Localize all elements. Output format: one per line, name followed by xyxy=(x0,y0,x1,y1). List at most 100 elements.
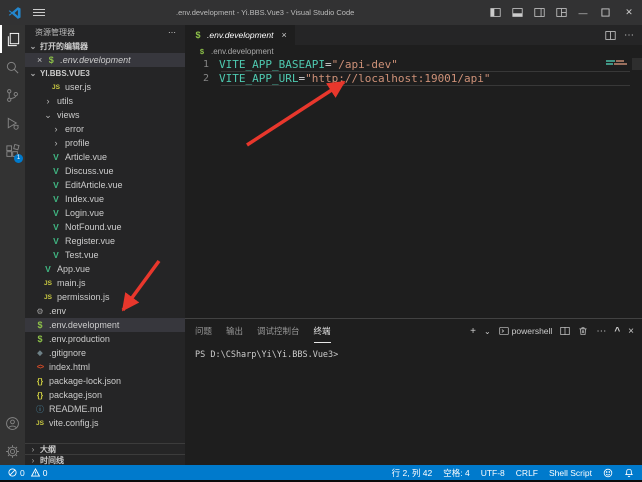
chevron-down-icon: ⌄ xyxy=(43,110,53,121)
tab-problems[interactable]: 问题 xyxy=(195,319,212,343)
editor-more-actions-icon[interactable]: ⋯ xyxy=(624,30,634,41)
search-icon[interactable] xyxy=(0,53,25,81)
tree-item-test-vue[interactable]: VTest.vue xyxy=(25,248,185,262)
tree-item-env[interactable]: ⚙.env xyxy=(25,304,185,318)
language-mode[interactable]: Shell Script xyxy=(549,468,592,478)
tree-item-index-vue[interactable]: VIndex.vue xyxy=(25,192,185,206)
tab-bar: $ .env.development × ⋯ xyxy=(185,25,642,45)
section-workspace[interactable]: ⌄ YI.BBS.VUE3 xyxy=(25,67,185,80)
tree-item-vite-config-js[interactable]: JSvite.config.js xyxy=(25,416,185,430)
notifications-bell-icon[interactable] xyxy=(624,468,634,478)
terminal-dropdown-icon[interactable]: ⌄ xyxy=(484,327,491,336)
tree-item-permission-js[interactable]: JSpermission.js xyxy=(25,290,185,304)
tree-item-register-vue[interactable]: VRegister.vue xyxy=(25,234,185,248)
section-timeline[interactable]: › 时间线 xyxy=(25,454,185,465)
tree-item-user-js[interactable]: JSuser.js xyxy=(25,80,185,94)
tree-item-notfound-vue[interactable]: VNotFound.vue xyxy=(25,220,185,234)
bottom-panel: 问题 输出 调试控制台 终端 + ⌄ powershell xyxy=(185,318,642,465)
close-editor-icon[interactable]: × xyxy=(37,55,42,65)
tree-item-article-vue[interactable]: VArticle.vue xyxy=(25,150,185,164)
tree-item-profile[interactable]: ›profile xyxy=(25,136,185,150)
feedback-smiley-icon[interactable] xyxy=(603,468,613,478)
encoding[interactable]: UTF-8 xyxy=(481,468,505,478)
run-debug-icon[interactable] xyxy=(0,109,25,137)
close-panel-icon[interactable]: × xyxy=(628,326,634,337)
tree-item-env-production[interactable]: $.env.production xyxy=(25,332,185,346)
js-icon: JS xyxy=(43,294,53,301)
tree-item-error[interactable]: ›error xyxy=(25,122,185,136)
account-icon[interactable] xyxy=(0,409,25,437)
vue-icon: V xyxy=(51,194,61,204)
tree-item-main-js[interactable]: JSmain.js xyxy=(25,276,185,290)
line-number: 1 xyxy=(185,58,219,72)
chevron-right-icon: › xyxy=(29,445,37,454)
minimize-button[interactable]: — xyxy=(572,0,594,25)
tree-item-utils[interactable]: ›utils xyxy=(25,94,185,108)
tree-item-discuss-vue[interactable]: VDiscuss.vue xyxy=(25,164,185,178)
section-outline[interactable]: › 大纲 xyxy=(25,443,185,454)
tree-item-editarticle-vue[interactable]: VEditArticle.vue xyxy=(25,178,185,192)
toggle-panel-icon[interactable] xyxy=(506,0,528,25)
section-open-editors[interactable]: ⌄ 打开的编辑器 xyxy=(25,40,185,53)
tree-item-package-lock-json[interactable]: {}package-lock.json xyxy=(25,374,185,388)
maximize-panel-icon[interactable]: ^ xyxy=(614,326,620,337)
tree-item-readme-md[interactable]: ⓘREADME.md xyxy=(25,402,185,416)
settings-gear-icon[interactable] xyxy=(0,437,25,465)
tree-item-app-vue[interactable]: VApp.vue xyxy=(25,262,185,276)
shell-icon: $ xyxy=(46,55,56,65)
code-editor[interactable]: 1VITE_APP_BASEAPI="/api-dev" 2VITE_APP_U… xyxy=(185,58,642,318)
tree-item-index-html[interactable]: <>index.html xyxy=(25,360,185,374)
split-editor-icon[interactable] xyxy=(605,30,616,41)
chevron-down-icon: ⌄ xyxy=(29,69,37,78)
minimap-slider[interactable] xyxy=(632,58,642,70)
json-icon: {} xyxy=(35,391,45,400)
customize-layout-icon[interactable] xyxy=(550,0,572,25)
tab-output[interactable]: 输出 xyxy=(226,319,243,343)
extensions-badge: 1 xyxy=(14,154,23,163)
chevron-right-icon: › xyxy=(29,456,37,465)
explorer-more-actions-icon[interactable]: ⋯ xyxy=(168,28,177,37)
vue-icon: V xyxy=(51,152,61,162)
problems-status[interactable]: 0 0 xyxy=(8,468,47,478)
indentation[interactable]: 空格: 4 xyxy=(443,467,469,479)
tree-item-env-development[interactable]: $.env.development xyxy=(25,318,185,332)
js-icon: JS xyxy=(35,420,45,427)
maximize-button[interactable] xyxy=(594,0,616,25)
chevron-right-icon: › xyxy=(43,96,53,106)
toggle-secondary-sidebar-icon[interactable] xyxy=(528,0,550,25)
eol-sequence[interactable]: CRLF xyxy=(516,468,538,478)
line-number: 2 xyxy=(185,72,219,86)
url-link[interactable]: http://localhost:19001/api xyxy=(312,72,484,86)
explorer-title: 资源管理器 xyxy=(35,27,75,38)
shell-icon: $ xyxy=(35,334,45,344)
new-terminal-icon[interactable]: + xyxy=(470,326,476,337)
explorer-icon[interactable] xyxy=(0,25,25,53)
close-tab-icon[interactable]: × xyxy=(281,30,286,40)
toggle-sidebar-icon[interactable] xyxy=(484,0,506,25)
breadcrumb[interactable]: $ .env.development xyxy=(185,45,642,58)
shell-selector[interactable]: powershell xyxy=(499,326,553,336)
html-icon: <> xyxy=(35,364,45,371)
current-line-border xyxy=(221,85,630,86)
tab-terminal[interactable]: 终端 xyxy=(314,319,331,343)
tab-debug-console[interactable]: 调试控制台 xyxy=(257,319,300,343)
panel-more-actions-icon[interactable]: ⋯ xyxy=(596,326,606,337)
open-editor-item[interactable]: × $ .env.development xyxy=(25,53,185,67)
tree-item-package-json[interactable]: {}package.json xyxy=(25,388,185,402)
minimap[interactable] xyxy=(606,60,632,66)
window-title: .env.development - Yi.BBS.Vue3 - Visual … xyxy=(176,8,346,17)
split-terminal-icon[interactable] xyxy=(560,326,570,336)
terminal-output[interactable]: PS D:\CSharp\Yi\Yi.BBS.Vue3> xyxy=(185,343,642,465)
cursor-position[interactable]: 行 2, 列 42 xyxy=(392,467,433,479)
close-button[interactable]: ✕ xyxy=(616,0,642,25)
extensions-icon[interactable]: 1 xyxy=(0,137,25,165)
tree-item-login-vue[interactable]: VLogin.vue xyxy=(25,206,185,220)
titlebar: .env.development - Yi.BBS.Vue3 - Visual … xyxy=(0,0,642,25)
tree-item-views[interactable]: ⌄views xyxy=(25,108,185,122)
kill-terminal-trash-icon[interactable] xyxy=(578,326,588,336)
tab-env-development[interactable]: $ .env.development × xyxy=(185,25,295,45)
source-control-icon[interactable] xyxy=(0,81,25,109)
sidebar-explorer: 资源管理器 ⋯ ⌄ 打开的编辑器 × $ .env.development ⌄ … xyxy=(25,25,185,465)
tree-item-gitignore[interactable]: ◆.gitignore xyxy=(25,346,185,360)
menu-icon[interactable] xyxy=(33,9,45,16)
